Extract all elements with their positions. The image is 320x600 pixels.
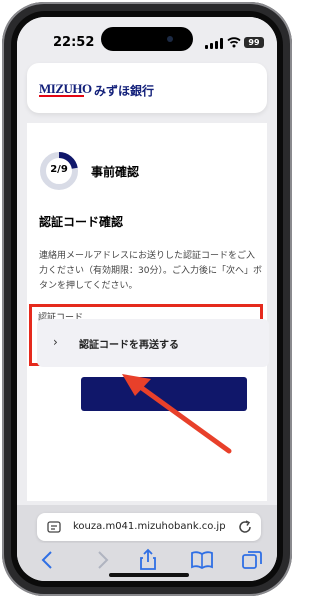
share-icon[interactable] [135,547,161,573]
status-bar: 22:52 99 [17,17,277,57]
home-indicator [109,573,189,577]
front-camera-icon [167,36,173,42]
phone-bezel: 22:52 99 MIZUHO みずほ銀行 2/9 事前確認 認証コード確認 連… [11,11,283,587]
logo-underline [39,95,84,97]
url-text: kouza.m041.mizuhobank.co.jp [73,521,226,532]
phone-frame: 22:52 99 MIZUHO みずほ銀行 2/9 事前確認 認証コード確認 連… [2,2,292,596]
site-header: MIZUHO みずほ銀行 [27,63,267,113]
resend-code-button[interactable]: › 認証コードを再送する [37,319,269,367]
dynamic-island [101,27,193,51]
tabs-icon[interactable] [239,547,265,573]
instruction-text: 連絡用メールアドレスにお送りした認証コードをご入力ください（有効期限：30分）。… [39,251,262,291]
page-settings-icon[interactable] [47,520,61,534]
status-time: 22:52 [53,35,95,50]
step-title: 事前確認 [91,165,140,179]
progress-label: 2/9 [50,164,68,175]
screen: 22:52 99 MIZUHO みずほ銀行 2/9 事前確認 認証コード確認 連… [17,17,277,581]
signal-icon [205,38,225,49]
resend-code-label: 認証コードを再送する [79,340,179,351]
bookmarks-icon[interactable] [189,547,215,573]
battery-icon: 99 [244,37,264,48]
forward-icon[interactable] [89,547,115,573]
back-icon[interactable] [35,547,61,573]
chevron-right-icon: › [53,335,58,349]
section-title: 認証コード確認 [39,215,124,229]
main-content: 2/9 事前確認 認証コード確認 連絡用メールアドレスにお送りした認証コードをご… [27,123,267,501]
browser-url-area: kouza.m041.mizuhobank.co.jp [17,505,277,543]
wifi-icon [227,37,241,48]
next-button[interactable] [81,377,247,411]
reload-icon[interactable] [237,519,253,535]
bank-name: みずほ銀行 [94,84,155,98]
address-bar[interactable]: kouza.m041.mizuhobank.co.jp [37,513,261,541]
